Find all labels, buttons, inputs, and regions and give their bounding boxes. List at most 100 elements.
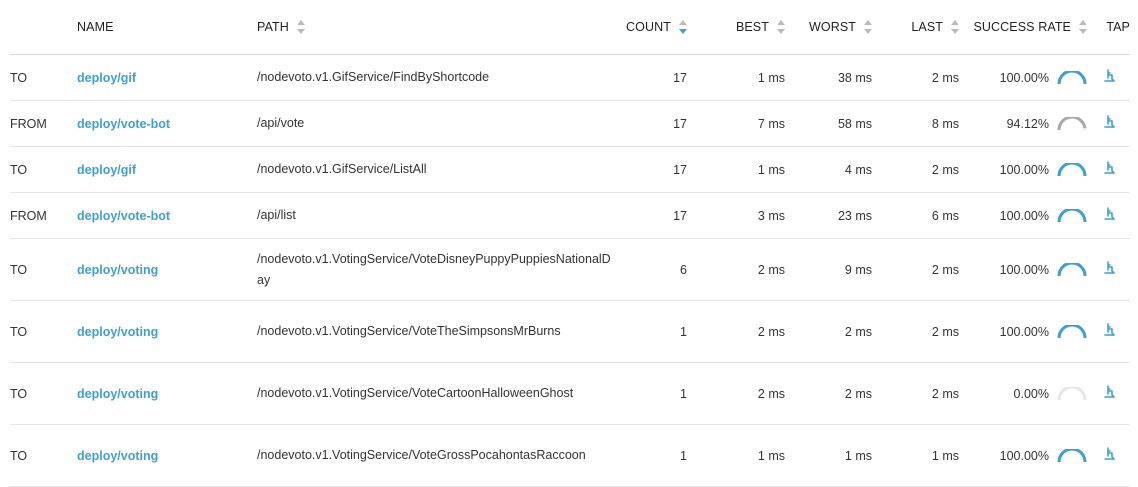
sort-icon[interactable] (951, 20, 959, 35)
success-rate-cell: 100.00% (959, 54, 1087, 101)
success-gauge-icon (1057, 208, 1087, 222)
path-text: /nodevoto.v1.VotingService/VoteGrossPoca… (257, 448, 586, 462)
sort-icon[interactable] (864, 20, 872, 35)
worst-cell: 2 ms (785, 300, 872, 363)
header-success-rate[interactable]: SUCCESS RATE (959, 0, 1087, 55)
header-count-label: COUNT (626, 20, 671, 35)
last-cell: 2 ms (872, 54, 959, 101)
path-cell: /api/vote (250, 100, 605, 147)
resource-link[interactable]: deploy/voting (77, 387, 158, 401)
count-cell: 1 (605, 424, 687, 487)
header-best[interactable]: BEST (687, 0, 785, 55)
path-cell: /nodevoto.v1.VotingService/VoteCartoonHa… (250, 362, 605, 425)
success-rate-cell: 100.00% (959, 300, 1087, 363)
success-gauge-icon (1057, 448, 1087, 462)
count-cell: 1 (605, 300, 687, 363)
tap-cell (1087, 238, 1130, 301)
path-cell: /nodevoto.v1.VotingService/VoteDisneyPup… (250, 238, 611, 301)
direction-cell: TO (10, 54, 70, 101)
resource-link[interactable]: deploy/voting (77, 263, 158, 277)
success-rate-cell: 100.00% (959, 146, 1087, 193)
header-direction (10, 0, 70, 55)
worst-cell: 23 ms (785, 192, 872, 239)
success-rate-text: 100.00% (999, 208, 1049, 223)
success-rate-cell: 100.00% (959, 238, 1087, 301)
header-name-label: NAME (77, 20, 114, 35)
best-cell: 3 ms (687, 192, 785, 239)
routes-table: NAME PATH COUNT BEST WORST LAST SUCCESS … (10, 0, 1130, 487)
tap-cell (1087, 100, 1130, 147)
tap-icon[interactable] (1102, 447, 1116, 461)
tap-cell (1087, 300, 1130, 363)
success-rate-cell: 100.00% (959, 424, 1087, 487)
header-path[interactable]: PATH (250, 0, 605, 55)
resource-link[interactable]: deploy/vote-bot (77, 209, 170, 223)
tap-icon[interactable] (1102, 323, 1116, 337)
best-cell: 1 ms (687, 424, 785, 487)
sort-icon-active[interactable] (679, 20, 687, 35)
tap-icon[interactable] (1102, 261, 1116, 275)
best-cell: 1 ms (687, 54, 785, 101)
path-text: /api/list (257, 208, 296, 222)
last-cell: 6 ms (872, 192, 959, 239)
success-gauge-icon (1057, 70, 1087, 84)
header-worst-label: WORST (808, 20, 856, 35)
direction-cell: FROM (10, 192, 70, 239)
tap-icon[interactable] (1102, 115, 1116, 129)
path-text: /nodevoto.v1.VotingService/VoteCartoonHa… (257, 386, 574, 400)
last-cell: 2 ms (872, 238, 959, 301)
last-cell: 1 ms (872, 424, 959, 487)
best-cell: 1 ms (687, 146, 785, 193)
path-cell: /nodevoto.v1.GifService/FindByShortcode (250, 54, 605, 101)
tap-icon[interactable] (1102, 69, 1116, 83)
success-gauge-icon (1057, 116, 1087, 130)
tap-icon[interactable] (1102, 161, 1116, 175)
count-cell: 17 (605, 192, 687, 239)
path-text: /nodevoto.v1.VotingService/VoteDisneyPup… (257, 251, 611, 287)
success-rate-cell: 100.00% (959, 192, 1087, 239)
sort-icon[interactable] (1079, 20, 1087, 35)
count-cell: 17 (605, 100, 687, 147)
tap-icon[interactable] (1102, 207, 1116, 221)
tap-icon[interactable] (1102, 385, 1116, 399)
header-worst[interactable]: WORST (785, 0, 872, 55)
success-rate-text: 94.12% (1006, 116, 1049, 131)
table-header-row: NAME PATH COUNT BEST WORST LAST SUCCESS … (10, 0, 1130, 55)
sort-icon[interactable] (777, 20, 785, 35)
tap-cell (1087, 146, 1130, 193)
path-cell: /nodevoto.v1.VotingService/VoteGrossPoca… (250, 424, 605, 487)
name-cell: deploy/voting (70, 362, 250, 425)
success-rate-text: 100.00% (999, 324, 1049, 339)
tap-cell (1087, 192, 1130, 239)
success-rate-text: 100.00% (999, 70, 1049, 85)
resource-link[interactable]: deploy/voting (77, 325, 158, 339)
name-cell: deploy/vote-bot (70, 192, 250, 239)
resource-link[interactable]: deploy/gif (77, 163, 136, 177)
path-cell: /api/list (250, 192, 605, 239)
header-path-label: PATH (257, 20, 289, 35)
name-cell: deploy/voting (70, 424, 250, 487)
success-rate-text: 100.00% (999, 262, 1049, 277)
worst-cell: 4 ms (785, 146, 872, 193)
resource-link[interactable]: deploy/voting (77, 449, 158, 463)
sort-icon[interactable] (296, 20, 305, 35)
header-last[interactable]: LAST (872, 0, 959, 55)
worst-cell: 9 ms (785, 238, 872, 301)
count-cell: 17 (605, 54, 687, 101)
table-row: FROM deploy/vote-bot /api/list 17 3 ms 2… (10, 192, 1130, 239)
header-name[interactable]: NAME (70, 0, 250, 55)
table-row: TO deploy/voting /nodevoto.v1.VotingServ… (10, 238, 1130, 301)
success-gauge-icon (1057, 262, 1087, 276)
resource-link[interactable]: deploy/vote-bot (77, 117, 170, 131)
direction-cell: TO (10, 300, 70, 363)
worst-cell: 1 ms (785, 424, 872, 487)
header-count[interactable]: COUNT (605, 0, 687, 55)
success-gauge-icon (1057, 162, 1087, 176)
best-cell: 2 ms (687, 238, 785, 301)
last-cell: 2 ms (872, 146, 959, 193)
resource-link[interactable]: deploy/gif (77, 71, 136, 85)
header-success-rate-label: SUCCESS RATE (973, 20, 1071, 35)
tap-cell (1087, 424, 1130, 487)
success-rate-text: 100.00% (999, 448, 1049, 463)
path-text: /api/vote (257, 116, 305, 130)
